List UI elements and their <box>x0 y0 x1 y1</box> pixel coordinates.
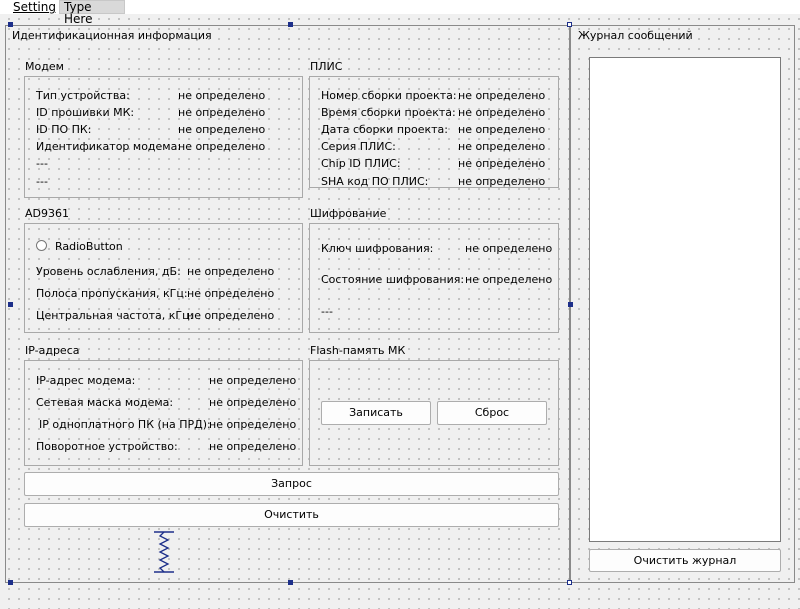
plis-group-title: ПЛИС <box>310 60 343 73</box>
ad9361-value-center-frequency: не определено <box>187 309 275 322</box>
modem-label-modem-id: Идентификатор модема: <box>36 140 182 153</box>
ip-value-sbc-ip: не определено <box>209 418 297 431</box>
ip-value-modem-ip: не определено <box>209 374 297 387</box>
selection-handle[interactable] <box>288 580 293 585</box>
crypto-group-title: Шифрование <box>310 207 387 220</box>
vertical-spacer-icon <box>154 531 174 573</box>
radio-button-indicator[interactable] <box>36 240 47 251</box>
ad9361-label-bandwidth: Полоса пропускания, кГц: <box>36 287 188 300</box>
plis-value-build-number: не определено <box>458 89 546 102</box>
ip-label-sbc-ip: IP одноплатного ПК (на ПРД): <box>39 418 211 431</box>
modem-placeholder-2: --- <box>36 175 48 188</box>
plis-label-build-date: Дата сборки проекта: <box>321 123 448 136</box>
crypto-value-key: не определено <box>465 242 553 255</box>
modem-value-mk-firmware-id: не определено <box>178 106 266 119</box>
log-text-area[interactable] <box>589 57 781 542</box>
plis-value-build-time: не определено <box>458 106 546 119</box>
clear-button[interactable]: Очистить <box>24 503 559 527</box>
selection-handle[interactable] <box>567 580 572 585</box>
selection-handle[interactable] <box>568 302 573 307</box>
ad9361-label-attenuation: Уровень ослабления, дБ: <box>36 265 181 278</box>
log-title: Журнал сообщений <box>578 29 693 42</box>
menu-setting[interactable]: Setting <box>9 0 60 14</box>
ad9361-value-bandwidth: не определено <box>187 287 275 300</box>
ad9361-value-attenuation: не определено <box>187 265 275 278</box>
selection-handle[interactable] <box>8 22 13 27</box>
ip-value-rotator: не определено <box>209 440 297 453</box>
modem-label-mk-firmware-id: ID прошивки МК: <box>36 106 135 119</box>
modem-label-device-type: Тип устройства: <box>36 89 130 102</box>
write-button[interactable]: Записать <box>321 401 431 425</box>
ip-label-netmask: Сетевая маска модема: <box>36 396 174 409</box>
ip-label-rotator: Поворотное устройство: <box>36 440 178 453</box>
plis-label-sha-code: SHA код ПО ПЛИС: <box>321 175 429 188</box>
ad9361-group-title: AD9361 <box>25 207 69 220</box>
modem-value-modem-id: не определено <box>178 140 266 153</box>
plis-label-chip-id: Chip ID ПЛИС: <box>321 157 401 170</box>
radio-button-label[interactable]: RadioButton <box>55 240 123 253</box>
crypto-label-state: Состояние шифрования: <box>321 273 465 286</box>
menu-type-here[interactable]: Type Here <box>59 0 125 25</box>
ip-label-modem-ip: IP-адрес модема: <box>36 374 136 387</box>
request-button[interactable]: Запрос <box>24 472 559 496</box>
ip-value-netmask: не определено <box>209 396 297 409</box>
plis-label-build-time: Время сборки проекта: <box>321 106 456 119</box>
selection-handle[interactable] <box>8 302 13 307</box>
modem-label-pc-software-id: ID ПО ПК: <box>36 123 92 136</box>
plis-label-series: Серия ПЛИС: <box>321 140 396 153</box>
clear-log-button[interactable]: Очистить журнал <box>589 549 781 572</box>
plis-value-series: не определено <box>458 140 546 153</box>
crypto-label-key: Ключ шифрования: <box>321 242 434 255</box>
modem-value-pc-software-id: не определено <box>178 123 266 136</box>
plis-label-build-number: Номер сборки проекта: <box>321 89 457 102</box>
ad9361-label-center-frequency: Центральная частота, кГц: <box>36 309 194 322</box>
flash-group-title: Flash-память МК <box>310 344 406 357</box>
selection-handle[interactable] <box>567 22 572 27</box>
modem-placeholder-1: --- <box>36 157 48 170</box>
identification-title: Идентификационная информация <box>12 29 212 42</box>
reset-button[interactable]: Сброс <box>437 401 547 425</box>
selection-handle[interactable] <box>8 580 13 585</box>
crypto-value-state: не определено <box>465 273 553 286</box>
crypto-placeholder: --- <box>321 305 333 318</box>
plis-value-chip-id: не определено <box>458 157 546 170</box>
plis-value-sha-code: не определено <box>458 175 546 188</box>
modem-value-device-type: не определено <box>178 89 266 102</box>
modem-group-title: Модем <box>25 60 64 73</box>
plis-value-build-date: не определено <box>458 123 546 136</box>
ip-group-title: IP-адреса <box>25 344 80 357</box>
selection-handle[interactable] <box>288 22 293 27</box>
